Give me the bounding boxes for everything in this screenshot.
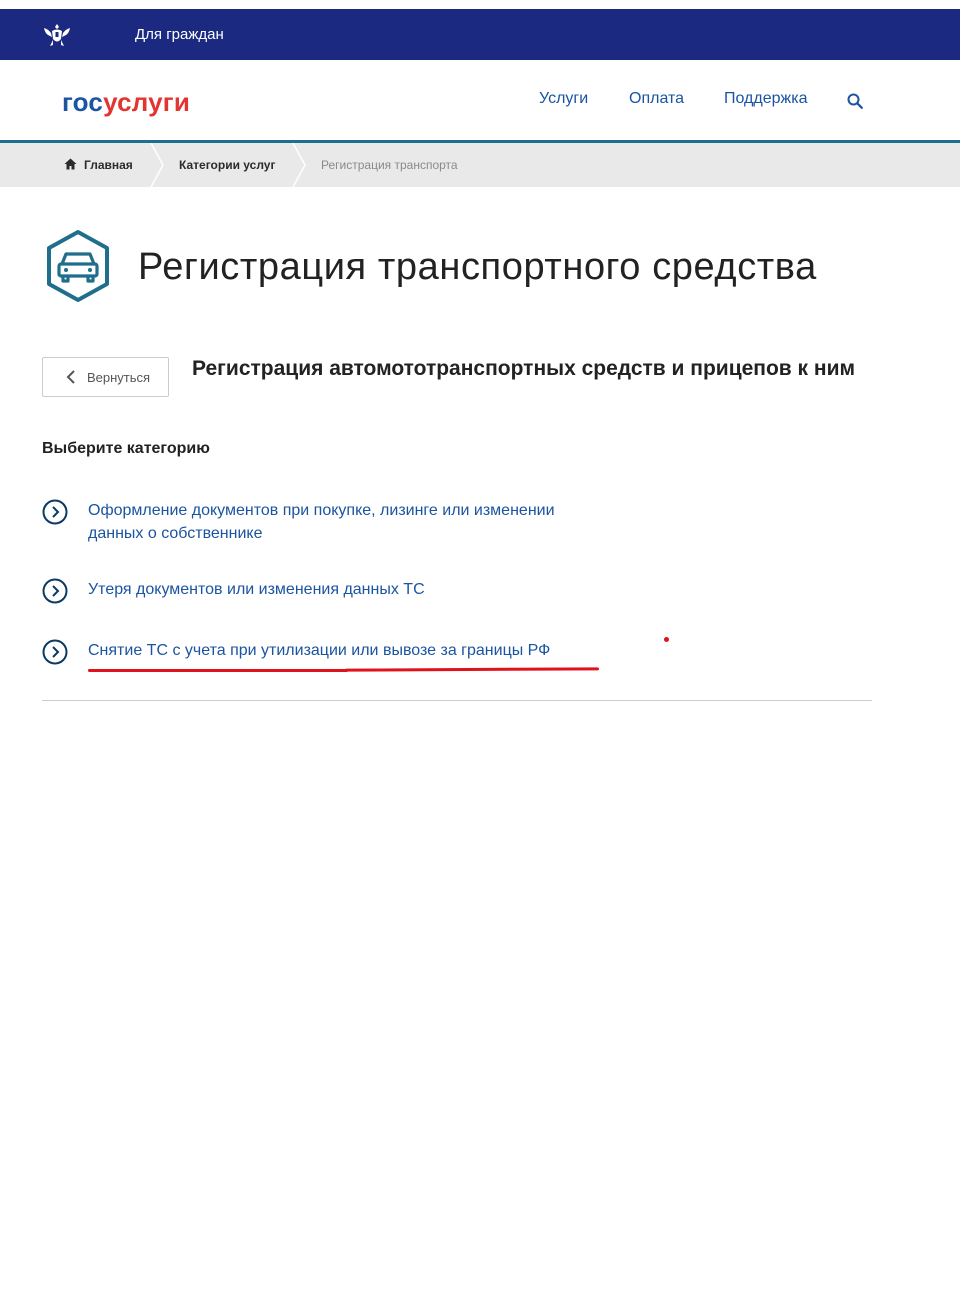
content-divider <box>42 700 872 701</box>
category-link[interactable]: Снятие ТС с учета при утилизации или выв… <box>88 639 598 662</box>
page-title: Регистрация транспортного средства <box>138 246 817 288</box>
search-icon[interactable] <box>846 92 864 110</box>
car-icon <box>47 230 109 302</box>
audience-selector[interactable]: Для граждан <box>135 26 224 43</box>
home-icon[interactable] <box>64 158 77 170</box>
service-subtitle: Регистрация автомототранспортных средств… <box>192 357 856 380</box>
chevron-circle-icon <box>42 639 68 665</box>
choose-category-heading: Выберите категорию <box>42 440 210 457</box>
chevron-circle-icon <box>42 578 68 604</box>
annotation-dot <box>664 637 669 642</box>
category-item[interactable]: Оформление документов при покупке, лизин… <box>42 499 598 545</box>
breadcrumb-separator <box>292 143 306 187</box>
breadcrumb <box>0 143 960 187</box>
top-margin <box>0 0 960 9</box>
nav-payment[interactable]: Оплата <box>629 90 684 108</box>
breadcrumb-separator <box>150 143 164 187</box>
chevron-left-icon <box>66 370 75 384</box>
chevron-down-icon[interactable] <box>0 645 960 1285</box>
breadcrumb-current: Регистрация транспорта <box>321 158 458 172</box>
logo-part-uslugi: услуги <box>103 87 191 117</box>
breadcrumb-categories[interactable]: Категории услуг <box>179 158 275 172</box>
back-button-label: Вернуться <box>87 369 151 385</box>
highlight-underline <box>88 669 348 672</box>
category-item[interactable]: Утеря документов или изменения данных ТС <box>42 578 598 604</box>
chevron-circle-icon <box>42 499 68 525</box>
logo-part-gos: гос <box>62 87 104 117</box>
nav-services[interactable]: Услуги <box>539 90 588 108</box>
category-item[interactable]: Снятие ТС с учета при утилизации или выв… <box>42 639 598 665</box>
back-button[interactable]: Вернуться <box>42 357 169 397</box>
breadcrumb-home[interactable]: Главная <box>84 158 133 172</box>
category-link[interactable]: Утеря документов или изменения данных ТС <box>88 578 598 601</box>
gosuslugi-logo[interactable]: госуслуги <box>62 87 190 118</box>
nav-support[interactable]: Поддержка <box>724 90 807 108</box>
coat-of-arms-icon[interactable] <box>41 22 73 50</box>
category-link[interactable]: Оформление документов при покупке, лизин… <box>88 499 598 545</box>
